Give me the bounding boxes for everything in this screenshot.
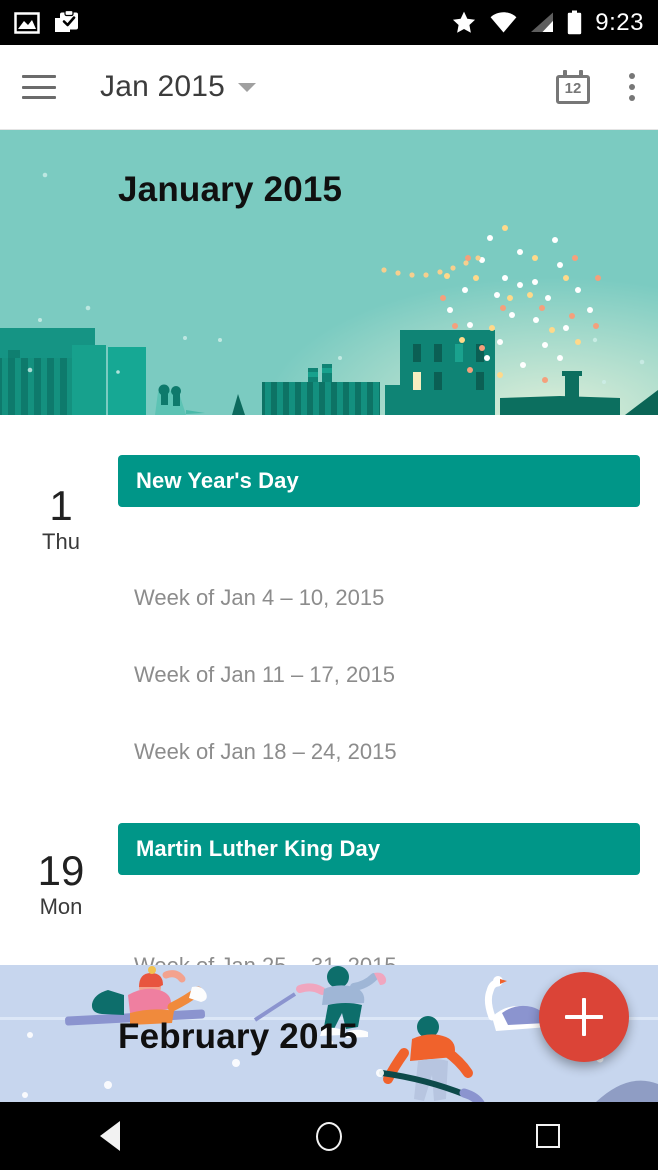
signal-icon xyxy=(531,12,554,32)
status-bar-right-icons: 9:23 xyxy=(451,9,644,37)
january-month-label: January 2015 xyxy=(118,170,343,209)
cityscape-illustration xyxy=(0,318,658,415)
event-chip[interactable]: New Year's Day xyxy=(118,455,640,507)
day-name: Mon xyxy=(39,894,83,919)
calendar-icon[interactable]: 12 xyxy=(556,70,590,104)
image-icon xyxy=(14,11,40,34)
status-bar: 9:23 xyxy=(0,0,658,45)
back-icon xyxy=(99,1121,120,1151)
nav-back-button[interactable] xyxy=(0,1121,219,1151)
february-month-label: February 2015 xyxy=(118,1017,358,1056)
january-month-banner[interactable]: January 2015 xyxy=(0,130,658,415)
agenda-row-event[interactable]: 1 Thu New Year's Day xyxy=(0,455,658,555)
recents-icon xyxy=(536,1124,561,1148)
star-icon xyxy=(453,11,476,33)
nav-home-button[interactable] xyxy=(219,1121,438,1151)
event-title: Martin Luther King Day xyxy=(136,836,381,861)
event-chip[interactable]: Martin Luther King Day xyxy=(118,823,640,875)
agenda-row-week[interactable]: Week of Jan 18 – 24, 2015 xyxy=(0,709,658,786)
clipboard-check-icon xyxy=(55,9,78,32)
nav-recents-button[interactable] xyxy=(439,1124,658,1148)
week-label: Week of Jan 4 – 10, 2015 xyxy=(134,585,385,610)
chevron-down-icon[interactable] xyxy=(238,82,257,92)
hamburger-menu-icon[interactable] xyxy=(22,75,56,99)
status-bar-clock: 9:23 xyxy=(595,8,644,36)
android-navigation-bar xyxy=(0,1102,658,1170)
week-label: Week of Jan 18 – 24, 2015 xyxy=(134,739,397,764)
home-icon xyxy=(315,1121,342,1151)
page-title[interactable]: Jan 2015 xyxy=(100,70,225,104)
event-title: New Year's Day xyxy=(136,468,299,493)
date-column: 19 Mon xyxy=(18,848,104,920)
status-bar-left-icons xyxy=(14,9,80,36)
agenda-list: 1 Thu New Year's Day Week of Jan 4 – 10,… xyxy=(0,415,658,978)
more-vert-icon[interactable] xyxy=(628,73,636,101)
day-number: 1 xyxy=(49,482,73,529)
agenda-row-week[interactable]: Week of Jan 4 – 10, 2015 xyxy=(0,555,658,632)
agenda-row-event[interactable]: 19 Mon Martin Luther King Day xyxy=(0,823,658,923)
add-event-fab[interactable] xyxy=(539,972,629,1062)
app-toolbar: Jan 2015 12 xyxy=(0,45,658,130)
battery-icon xyxy=(568,10,582,35)
day-number: 19 xyxy=(37,847,85,894)
wifi-icon xyxy=(490,12,517,33)
plus-icon-vertical xyxy=(582,998,586,1036)
toolbar-actions: 12 xyxy=(556,70,636,104)
date-column: 1 Thu xyxy=(18,483,104,555)
agenda-row-week[interactable]: Week of Jan 11 – 17, 2015 xyxy=(0,632,658,709)
week-label: Week of Jan 11 – 17, 2015 xyxy=(134,662,395,687)
day-name: Thu xyxy=(42,529,80,554)
calendar-icon-number: 12 xyxy=(564,80,582,97)
